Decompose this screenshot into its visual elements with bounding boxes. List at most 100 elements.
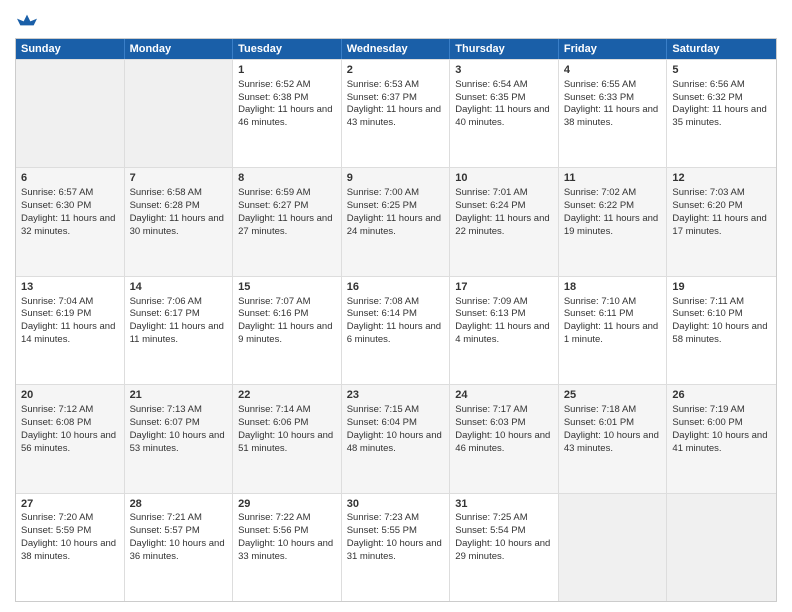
day-number: 29 — [238, 497, 336, 512]
calendar-day-1: 1Sunrise: 6:52 AMSunset: 6:38 PMDaylight… — [233, 60, 342, 167]
daylight-text: Daylight: 10 hours and 41 minutes. — [672, 430, 767, 454]
logo — [15, 10, 37, 30]
daylight-text: Daylight: 10 hours and 46 minutes. — [455, 430, 550, 454]
sunset-text: Sunset: 6:16 PM — [238, 308, 308, 319]
sunset-text: Sunset: 6:03 PM — [455, 417, 525, 428]
day-number: 26 — [672, 388, 771, 403]
sunrise-text: Sunrise: 7:11 AM — [672, 296, 744, 307]
sunrise-text: Sunrise: 6:58 AM — [130, 187, 202, 198]
sunrise-text: Sunrise: 7:13 AM — [130, 404, 202, 415]
daylight-text: Daylight: 11 hours and 24 minutes. — [347, 213, 441, 237]
daylight-text: Daylight: 10 hours and 31 minutes. — [347, 538, 442, 562]
daylight-text: Daylight: 11 hours and 30 minutes. — [130, 213, 224, 237]
daylight-text: Daylight: 11 hours and 27 minutes. — [238, 213, 332, 237]
daylight-text: Daylight: 10 hours and 33 minutes. — [238, 538, 333, 562]
sunrise-text: Sunrise: 7:04 AM — [21, 296, 93, 307]
daylight-text: Daylight: 11 hours and 35 minutes. — [672, 104, 766, 128]
sunset-text: Sunset: 6:13 PM — [455, 308, 525, 319]
day-number: 28 — [130, 497, 228, 512]
sunset-text: Sunset: 5:57 PM — [130, 525, 200, 536]
daylight-text: Daylight: 10 hours and 36 minutes. — [130, 538, 225, 562]
sunrise-text: Sunrise: 6:59 AM — [238, 187, 310, 198]
calendar-day-23: 23Sunrise: 7:15 AMSunset: 6:04 PMDayligh… — [342, 385, 451, 492]
calendar-day-6: 6Sunrise: 6:57 AMSunset: 6:30 PMDaylight… — [16, 168, 125, 275]
calendar-day-14: 14Sunrise: 7:06 AMSunset: 6:17 PMDayligh… — [125, 277, 234, 384]
sunrise-text: Sunrise: 7:25 AM — [455, 512, 527, 523]
calendar-day-22: 22Sunrise: 7:14 AMSunset: 6:06 PMDayligh… — [233, 385, 342, 492]
day-header-saturday: Saturday — [667, 39, 776, 59]
day-number: 6 — [21, 171, 119, 186]
sunset-text: Sunset: 6:37 PM — [347, 92, 417, 103]
day-number: 30 — [347, 497, 445, 512]
day-number: 31 — [455, 497, 553, 512]
calendar: SundayMondayTuesdayWednesdayThursdayFrid… — [15, 38, 777, 602]
calendar-day-25: 25Sunrise: 7:18 AMSunset: 6:01 PMDayligh… — [559, 385, 668, 492]
day-number: 13 — [21, 280, 119, 295]
day-number: 27 — [21, 497, 119, 512]
sunrise-text: Sunrise: 7:09 AM — [455, 296, 527, 307]
daylight-text: Daylight: 11 hours and 38 minutes. — [564, 104, 658, 128]
day-number: 23 — [347, 388, 445, 403]
sunrise-text: Sunrise: 7:22 AM — [238, 512, 310, 523]
calendar-day-11: 11Sunrise: 7:02 AMSunset: 6:22 PMDayligh… — [559, 168, 668, 275]
day-number: 20 — [21, 388, 119, 403]
sunset-text: Sunset: 6:25 PM — [347, 200, 417, 211]
daylight-text: Daylight: 10 hours and 38 minutes. — [21, 538, 116, 562]
calendar-body: 1Sunrise: 6:52 AMSunset: 6:38 PMDaylight… — [16, 59, 776, 601]
sunrise-text: Sunrise: 7:00 AM — [347, 187, 419, 198]
sunset-text: Sunset: 6:22 PM — [564, 200, 634, 211]
sunset-text: Sunset: 6:28 PM — [130, 200, 200, 211]
calendar-header: SundayMondayTuesdayWednesdayThursdayFrid… — [16, 39, 776, 59]
day-number: 3 — [455, 63, 553, 78]
sunrise-text: Sunrise: 7:12 AM — [21, 404, 93, 415]
calendar-day-12: 12Sunrise: 7:03 AMSunset: 6:20 PMDayligh… — [667, 168, 776, 275]
sunrise-text: Sunrise: 7:03 AM — [672, 187, 744, 198]
header — [15, 10, 777, 30]
day-header-friday: Friday — [559, 39, 668, 59]
sunrise-text: Sunrise: 6:52 AM — [238, 79, 310, 90]
sunrise-text: Sunrise: 7:20 AM — [21, 512, 93, 523]
sunrise-text: Sunrise: 7:18 AM — [564, 404, 636, 415]
calendar-week-1: 1Sunrise: 6:52 AMSunset: 6:38 PMDaylight… — [16, 59, 776, 167]
calendar-day-21: 21Sunrise: 7:13 AMSunset: 6:07 PMDayligh… — [125, 385, 234, 492]
day-number: 7 — [130, 171, 228, 186]
daylight-text: Daylight: 11 hours and 11 minutes. — [130, 321, 224, 345]
sunrise-text: Sunrise: 6:53 AM — [347, 79, 419, 90]
daylight-text: Daylight: 11 hours and 46 minutes. — [238, 104, 332, 128]
sunrise-text: Sunrise: 6:57 AM — [21, 187, 93, 198]
calendar-day-18: 18Sunrise: 7:10 AMSunset: 6:11 PMDayligh… — [559, 277, 668, 384]
daylight-text: Daylight: 10 hours and 53 minutes. — [130, 430, 225, 454]
day-number: 18 — [564, 280, 662, 295]
calendar-day-2: 2Sunrise: 6:53 AMSunset: 6:37 PMDaylight… — [342, 60, 451, 167]
daylight-text: Daylight: 11 hours and 17 minutes. — [672, 213, 766, 237]
calendar-day-5: 5Sunrise: 6:56 AMSunset: 6:32 PMDaylight… — [667, 60, 776, 167]
sunset-text: Sunset: 5:56 PM — [238, 525, 308, 536]
day-number: 5 — [672, 63, 771, 78]
sunset-text: Sunset: 6:30 PM — [21, 200, 91, 211]
daylight-text: Daylight: 11 hours and 1 minute. — [564, 321, 658, 345]
daylight-text: Daylight: 10 hours and 43 minutes. — [564, 430, 659, 454]
sunset-text: Sunset: 6:01 PM — [564, 417, 634, 428]
page: SundayMondayTuesdayWednesdayThursdayFrid… — [0, 0, 792, 612]
calendar-day-3: 3Sunrise: 6:54 AMSunset: 6:35 PMDaylight… — [450, 60, 559, 167]
sunrise-text: Sunrise: 7:21 AM — [130, 512, 202, 523]
day-header-sunday: Sunday — [16, 39, 125, 59]
day-header-thursday: Thursday — [450, 39, 559, 59]
calendar-empty-cell — [559, 494, 668, 601]
sunrise-text: Sunrise: 7:23 AM — [347, 512, 419, 523]
sunrise-text: Sunrise: 6:54 AM — [455, 79, 527, 90]
sunrise-text: Sunrise: 7:19 AM — [672, 404, 744, 415]
day-number: 10 — [455, 171, 553, 186]
daylight-text: Daylight: 11 hours and 22 minutes. — [455, 213, 549, 237]
day-number: 12 — [672, 171, 771, 186]
calendar-day-30: 30Sunrise: 7:23 AMSunset: 5:55 PMDayligh… — [342, 494, 451, 601]
sunset-text: Sunset: 6:06 PM — [238, 417, 308, 428]
day-number: 14 — [130, 280, 228, 295]
day-number: 24 — [455, 388, 553, 403]
sunset-text: Sunset: 6:04 PM — [347, 417, 417, 428]
daylight-text: Daylight: 10 hours and 58 minutes. — [672, 321, 767, 345]
sunrise-text: Sunrise: 7:01 AM — [455, 187, 527, 198]
calendar-day-20: 20Sunrise: 7:12 AMSunset: 6:08 PMDayligh… — [16, 385, 125, 492]
sunrise-text: Sunrise: 6:56 AM — [672, 79, 744, 90]
calendar-day-17: 17Sunrise: 7:09 AMSunset: 6:13 PMDayligh… — [450, 277, 559, 384]
